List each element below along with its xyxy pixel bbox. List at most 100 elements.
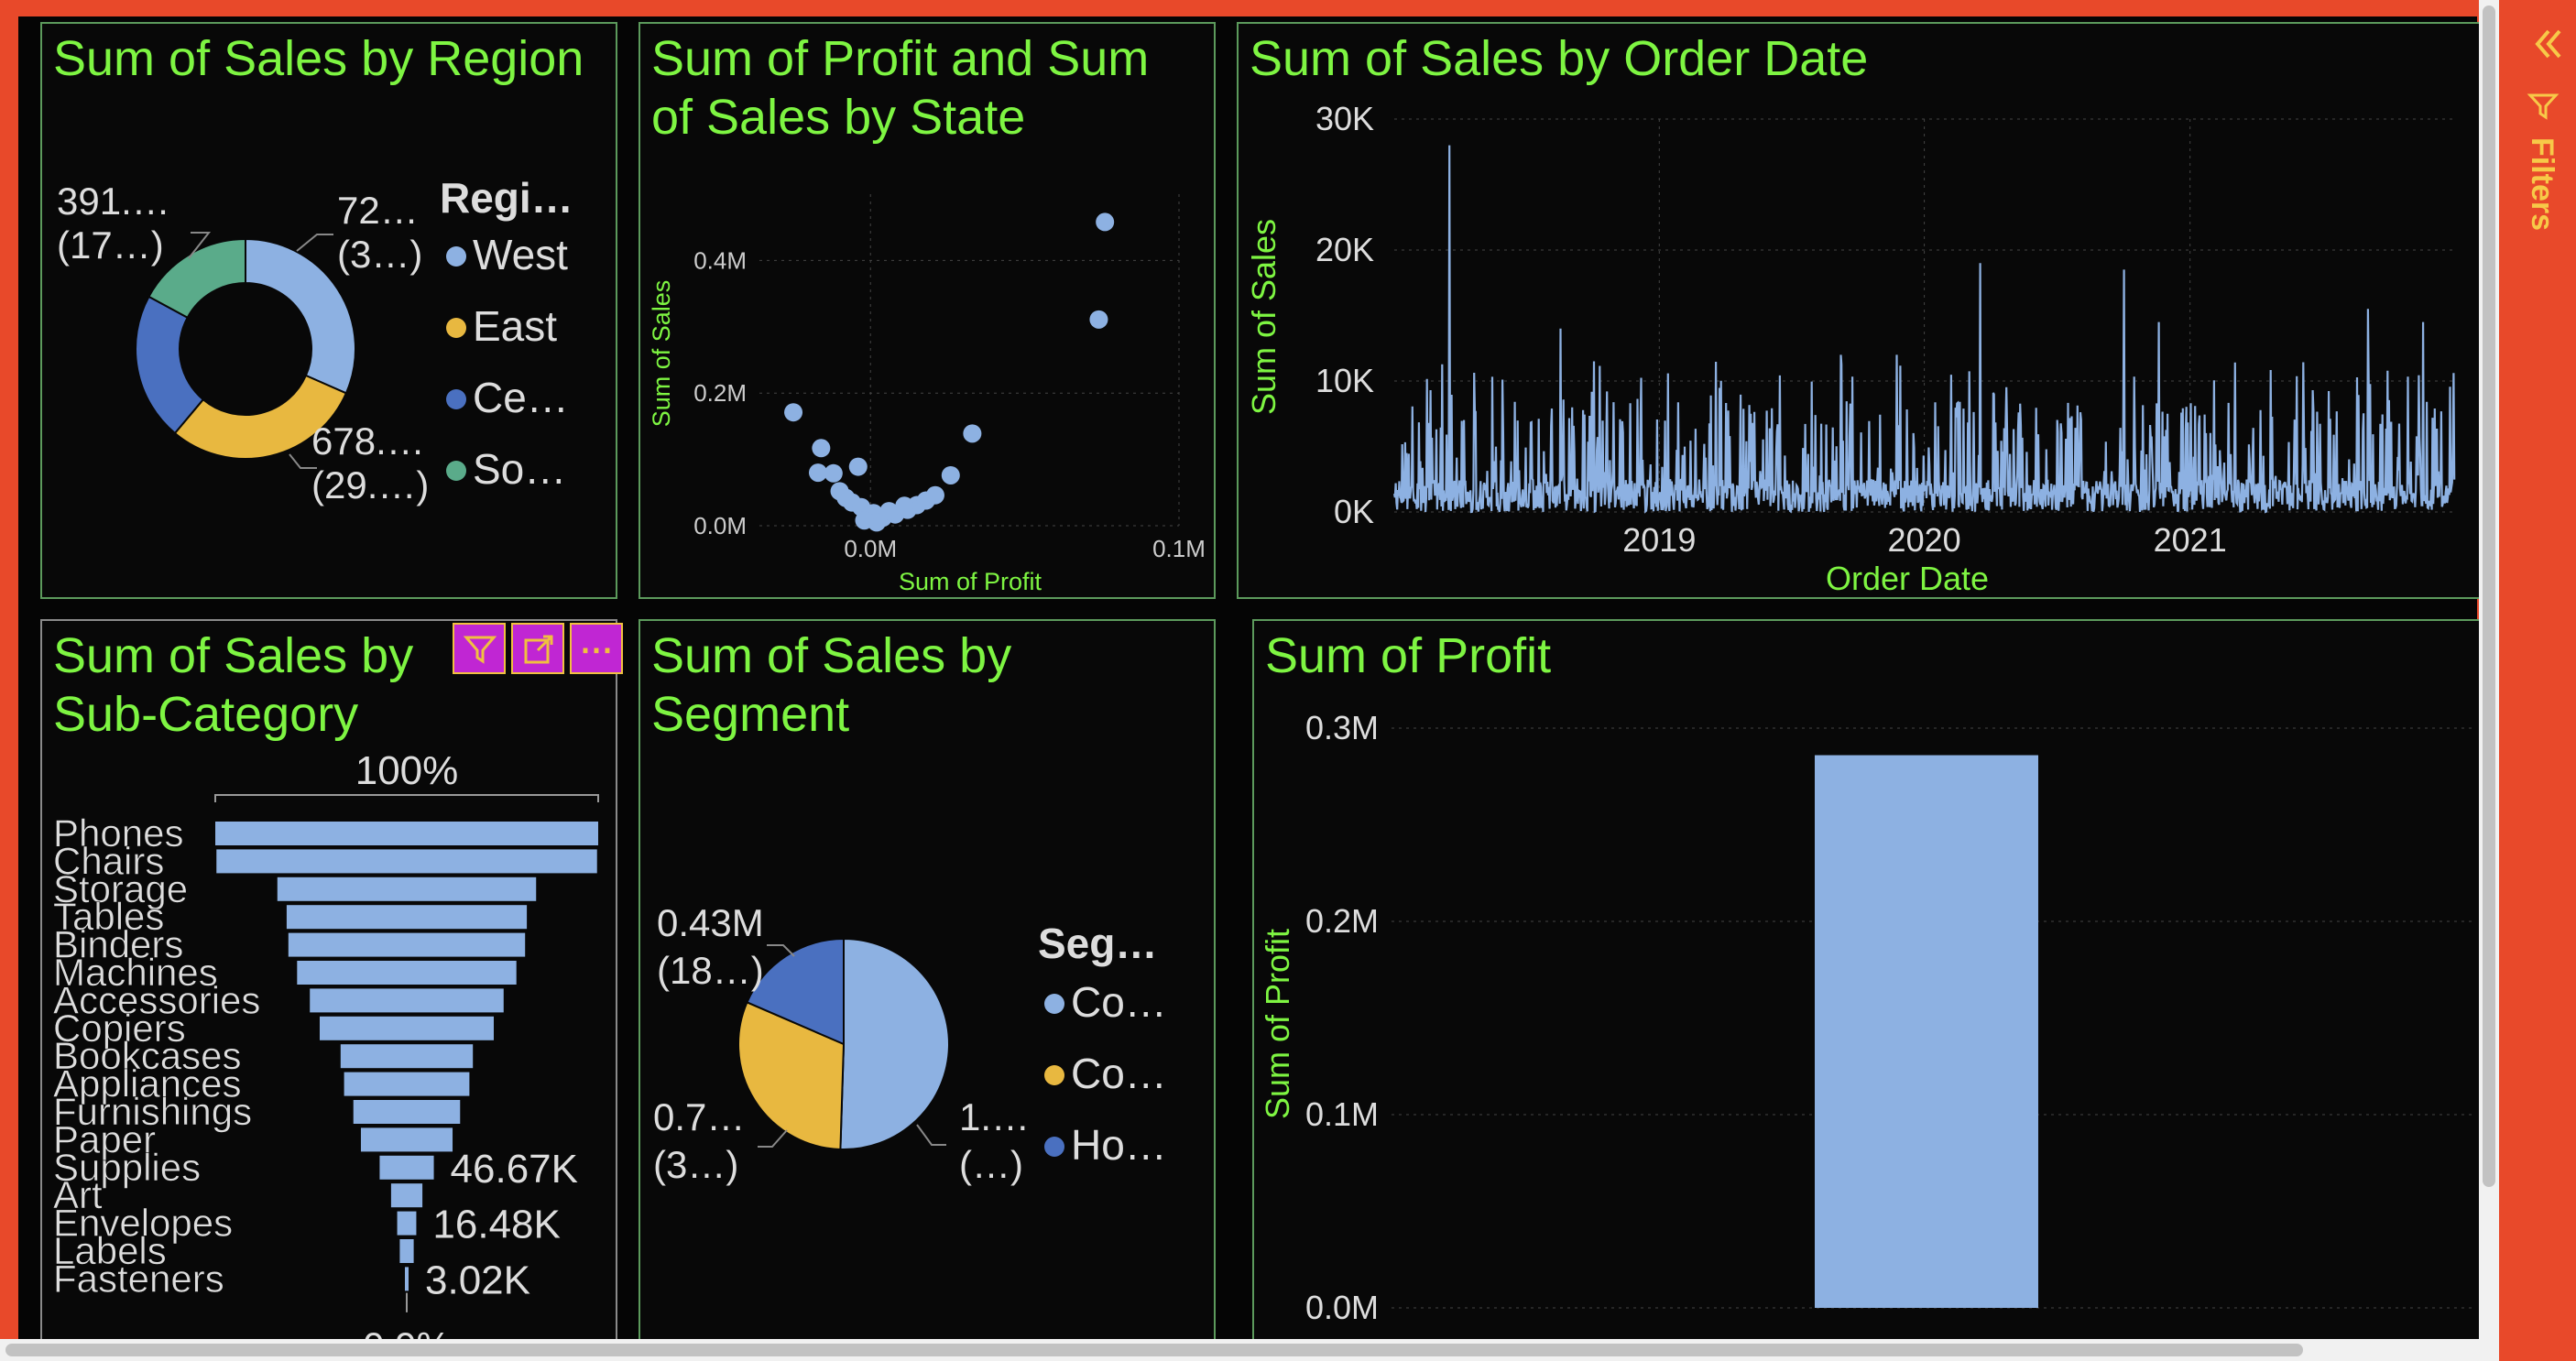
scatter-chart: 0.0M 0.2M 0.4M 0.0M 0.1M Sum of Profit Sum of … [648,194,1206,595]
scatter-point [941,465,960,485]
y-axis-label: Sum of Sales [648,280,675,428]
legend-marker [1044,1065,1064,1085]
pie-chart: 0.43M (18…) 0.7… (3…) 1.… (…) Seg… Co… Co… Ho… [653,901,1167,1186]
funnel-bar [360,1127,453,1152]
scatter-point [848,457,868,476]
visual-sales-by-region[interactable]: Sum of Sales by Region 72… (3…) 678.… (29.…… [40,22,617,599]
scatter-point [963,424,982,443]
visual-sales-by-segment[interactable]: Sum of Sales by Segment 0.43M (18…) 0.7… (3… [639,619,1216,1345]
legend-item: So… [473,445,566,493]
x-axis-label: Order Date [1826,560,1989,597]
filter-icon [463,636,497,664]
vertical-scrollbar-thumb[interactable] [2483,5,2495,1187]
funnel-bar [399,1239,414,1263]
data-label: (29.…) [311,463,429,506]
legend-title: Regi… [440,174,573,222]
y-tick-label: 0.4M [693,246,747,274]
data-label: 0.43M [657,901,764,944]
scatter-point [855,511,874,530]
donut-chart: 72…(3…) 678.…(29.…) 391.…(17…) Regi… West Eas… [57,174,573,506]
funnel-bar [286,905,528,930]
y-tick-label: 0K [1334,493,1374,530]
focus-mode-icon [524,635,553,664]
line-chart: 0K 10K 20K 30K 2019 2020 2021 Order Date Sum of … [1245,100,2456,597]
scatter-point [1096,212,1115,232]
x-tick-label: 2019 [1622,521,1696,559]
data-label: 678.… [311,419,425,463]
y-tick-label: 0.0M [1305,1289,1379,1326]
visual-profit-sales-by-state[interactable]: Sum of Profit and Sum of Sales by State … [639,22,1216,599]
funnel-bar [390,1183,423,1208]
funnel-bar [288,932,526,957]
data-label: 1.… [959,1095,1030,1138]
y-axis-label: Sum of Sales [1245,219,1283,415]
legend-item: Co… [1071,1050,1167,1097]
vertical-scrollbar[interactable] [2479,0,2499,1361]
data-label: 16.48K [432,1203,560,1247]
x-tick-label: 0.0M [844,535,897,562]
legend-title: Seg… [1038,920,1157,967]
filters-label[interactable]: Filters [2524,137,2560,231]
funnel-bracket [214,794,599,802]
data-label: (17…) [57,223,164,267]
visual-sales-by-subcategory[interactable]: Sum of Sales by Sub-Category 100% Phones C… [40,619,617,1345]
y-tick-label: 20K [1315,231,1374,268]
x-tick-label: 2020 [1888,521,1961,559]
more-options-button[interactable]: ⋯ [570,623,623,674]
visual-sales-by-order-date[interactable]: Sum of Sales by Order Date 0K 10K 20K 30K 20… [1237,22,2483,599]
funnel-bar [344,1072,470,1096]
scatter-point [812,439,831,458]
legend-marker [446,318,466,338]
y-tick-label: 10K [1315,362,1374,399]
legend-marker [1044,994,1064,1014]
funnel-bar [297,961,517,985]
legend-item: Ho… [1071,1121,1167,1169]
legend-item: Co… [1071,978,1167,1026]
focus-mode-button[interactable] [511,623,564,674]
legend-marker [446,246,466,267]
scatter-point [925,485,944,505]
x-axis-label: Sum of Profit [899,568,1042,595]
legend-marker [446,389,466,409]
bar-chart: 0.0M 0.1M 0.2M 0.3M Sum of Profit [1259,709,2472,1326]
leader-line [296,234,333,252]
funnel-top-label: 100% [355,748,459,793]
funnel-bar [379,1155,434,1180]
more-options-icon: ⋯ [580,630,613,668]
y-tick-label: 0.1M [1305,1095,1379,1133]
legend-marker [446,461,466,481]
pie-slice [839,937,950,1150]
funnel-chart: 100%PhonesChairsStorageTablesBindersMach… [53,748,599,1343]
funnel-bar [397,1211,417,1236]
profit-bar [1815,755,2038,1308]
data-label: 3.02K [425,1258,530,1302]
report-canvas: Sum of Sales by Region 72… (3…) 678.… (29.…… [18,16,2483,1345]
funnel-bar [353,1100,461,1124]
leader-line [916,1124,946,1146]
funnel-bar [320,1016,494,1040]
scatter-point [784,403,803,422]
horizontal-scrollbar-thumb[interactable] [5,1344,2303,1356]
filter-button[interactable] [453,623,506,674]
funnel-bar [277,876,537,901]
data-label: (3…) [653,1143,738,1186]
legend-item: Ce… [473,374,569,421]
horizontal-scrollbar[interactable] [0,1339,2479,1361]
scatter-point [824,463,843,483]
y-tick-label: 0.0M [693,512,747,539]
y-tick-label: 30K [1315,100,1374,137]
data-label: 391.… [57,180,170,223]
data-label: (…) [959,1143,1023,1186]
data-label: (18…) [657,949,764,992]
y-axis-label: Sum of Profit [1259,929,1296,1119]
data-label: 46.67K [451,1147,578,1192]
visual-sum-of-profit[interactable]: Sum of Profit 0.0M 0.1M 0.2M 0.3M Sum of Pro… [1252,619,2483,1345]
funnel-bar [216,849,597,874]
filter-icon [2527,93,2560,120]
data-label: (3…) [337,233,422,276]
data-label: 0.7… [653,1095,745,1138]
x-tick-label: 0.1M [1152,535,1206,562]
scatter-point [895,496,914,516]
double-chevron-left-icon[interactable] [2530,26,2567,62]
legend-item: East [473,302,557,350]
